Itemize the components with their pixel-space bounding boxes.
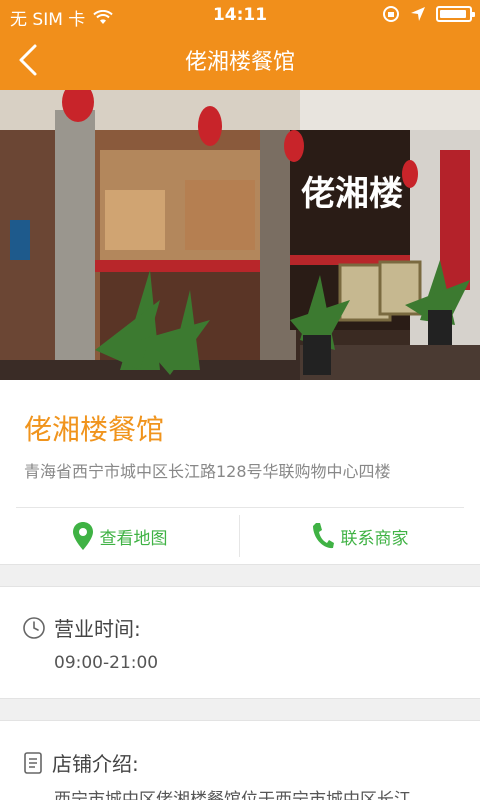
- business-hours-title: 营业时间:: [54, 617, 141, 641]
- contact-merchant-label: 联系商家: [340, 528, 409, 549]
- restaurant-photo: 佬湘楼: [0, 90, 480, 380]
- store-intro-section: 店铺介绍: 西宁市城中区佬湘楼餐馆位于西宁市城中区长江: [0, 720, 480, 800]
- shop-address: 青海省西宁市城中区长江路128号华联购物中心四楼: [24, 462, 391, 481]
- phone-icon: [312, 523, 334, 549]
- clock-icon: [23, 616, 45, 639]
- shop-info-card: 佬湘楼餐馆 青海省西宁市城中区长江路128号华联购物中心四楼 查看地图 联系商家: [0, 380, 480, 565]
- view-map-button[interactable]: 查看地图: [0, 507, 239, 565]
- storefront-sign: 佬湘楼: [301, 174, 403, 214]
- business-hours-heading: 营业时间:: [22, 613, 141, 642]
- store-intro-text: 西宁市城中区佬湘楼餐馆位于西宁市城中区长江: [54, 790, 411, 800]
- document-icon: [24, 751, 42, 774]
- status-bar: 无 SIM 卡 14:11: [0, 0, 480, 30]
- rotation-lock-icon: [383, 6, 399, 22]
- battery-icon: [436, 6, 475, 22]
- store-intro-title: 店铺介绍:: [52, 752, 139, 776]
- nav-bar: 佬湘楼餐馆: [0, 30, 480, 90]
- map-pin-icon: [72, 522, 93, 550]
- view-map-label: 查看地图: [99, 528, 168, 549]
- page-title: 佬湘楼餐馆: [184, 50, 295, 75]
- store-intro-heading: 店铺介绍:: [22, 748, 139, 777]
- business-hours-value: 09:00-21:00: [54, 653, 159, 673]
- contact-merchant-button[interactable]: 联系商家: [240, 507, 479, 565]
- business-hours-section: 营业时间: 09:00-21:00: [0, 586, 480, 699]
- shop-name: 佬湘楼餐馆: [24, 413, 165, 446]
- app-header: 无 SIM 卡 14:11 佬湘楼餐馆: [0, 0, 480, 90]
- location-arrow-icon: [411, 7, 425, 21]
- status-right: [382, 5, 475, 23]
